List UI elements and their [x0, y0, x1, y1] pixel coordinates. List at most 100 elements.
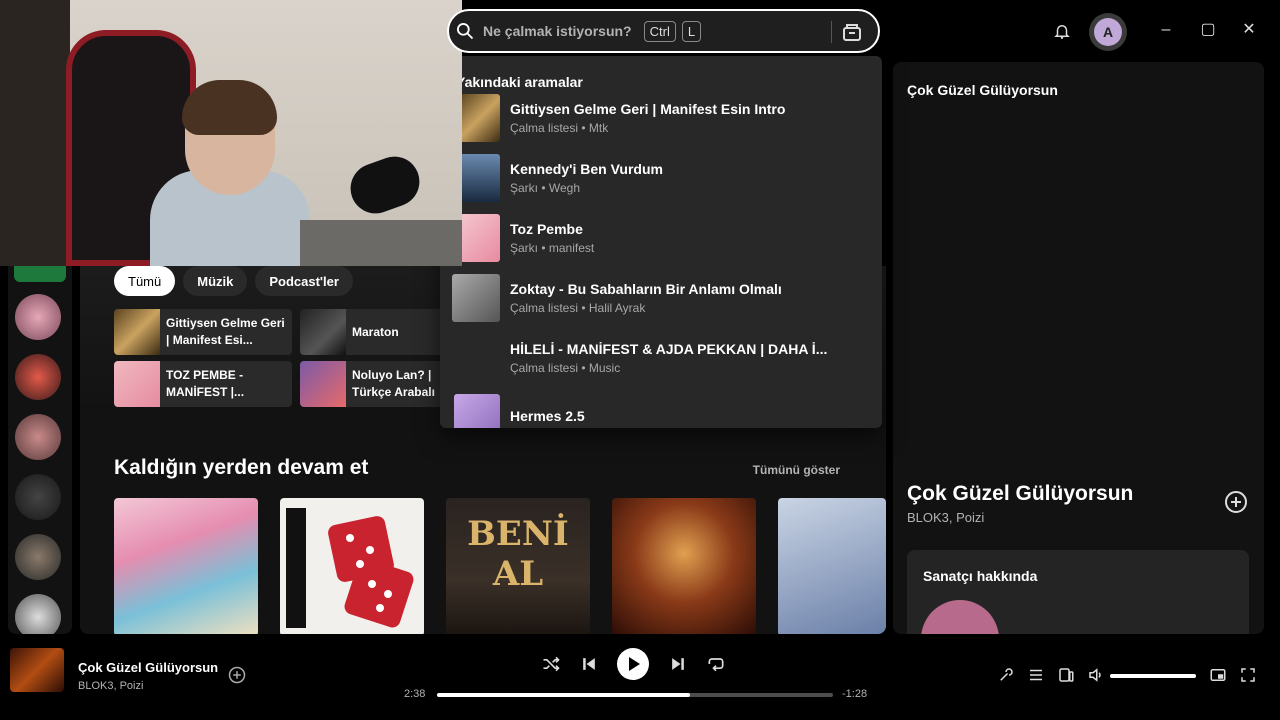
show-all-link[interactable]: Tümünü göster: [753, 463, 840, 477]
repeat-icon[interactable]: [706, 654, 726, 674]
recent-search-subtitle: Şarkı • Wegh: [510, 181, 581, 195]
play-icon: [629, 657, 640, 671]
progress-bar[interactable]: [437, 693, 833, 697]
recent-search-item[interactable]: Zoktay - Bu Sabahların Bir Anlamı Olmalı…: [452, 274, 862, 322]
previous-icon[interactable]: [579, 654, 599, 674]
recent-search-subtitle: Çalma listesi • Halil Ayrak: [510, 301, 646, 315]
webcam-overlay: [0, 0, 462, 266]
now-playing-title[interactable]: Çok Güzel Gülüyorsun: [78, 660, 218, 675]
recent-search-title: Zoktay - Bu Sabahların Bir Anlamı Olmalı: [510, 281, 782, 297]
recent-search-art: [460, 94, 500, 142]
play-button[interactable]: [617, 648, 649, 680]
now-playing-artist[interactable]: BLOK3, Poizi: [78, 680, 143, 692]
shortcut-key-l: L: [681, 20, 702, 42]
browse-icon[interactable]: [840, 20, 864, 44]
recent-search-art: [460, 334, 500, 382]
webcam-wall: [0, 0, 70, 266]
lyrics-icon[interactable]: [997, 666, 1015, 684]
recent-search-title: Gittiysen Gelme Geri | Manifest Esin Int…: [510, 101, 786, 117]
recent-searches-dropdown: Yakındaki aramalar Gittiysen Gelme Geri …: [440, 56, 882, 428]
album-card[interactable]: [114, 498, 258, 634]
quick-item-art: [300, 309, 346, 355]
library-sidebar: [8, 266, 72, 640]
library-item-3[interactable]: [15, 414, 61, 460]
quick-item[interactable]: Gittiysen Gelme Geri | Manifest Esi...: [114, 309, 292, 355]
library-item-5[interactable]: [15, 534, 61, 580]
recent-search-art: [460, 154, 500, 202]
album-card[interactable]: [612, 498, 756, 634]
about-artist-title: Sanatçı hakkında: [923, 568, 1038, 584]
search-placeholder: Ne çalmak istiyorsun?: [483, 23, 632, 39]
recent-searches-heading: Yakındaki aramalar: [456, 74, 583, 90]
webcam-person-hair: [182, 80, 277, 135]
quick-item-art: [114, 309, 160, 355]
now-playing-panel-title[interactable]: Çok Güzel Gülüyorsun: [907, 482, 1133, 506]
queue-icon[interactable]: [1027, 666, 1045, 684]
recent-search-title: Hermes 2.5: [510, 408, 585, 424]
miniplayer-icon[interactable]: [1209, 666, 1227, 684]
recent-search-title: HİLELİ - MANİFEST & AJDA PEKKAN | DAHA İ…: [510, 341, 828, 357]
filter-chip-music[interactable]: Müzik: [183, 266, 248, 296]
webcam-desk: [300, 220, 462, 266]
recent-search-item[interactable]: Toz Pembe Şarkı • manifest: [460, 214, 870, 262]
avatar-initial: A: [1094, 18, 1122, 46]
fullscreen-icon[interactable]: [1239, 666, 1257, 684]
quick-item-art: [300, 361, 346, 407]
library-green-tab[interactable]: [14, 266, 66, 282]
recent-search-subtitle: Çalma listesi • Music: [510, 361, 621, 375]
quick-item-art: [114, 361, 160, 407]
filter-chip-podcasts[interactable]: Podcast'ler: [255, 266, 353, 296]
quick-item[interactable]: TOZ PEMBE - MANİFEST |...: [114, 361, 292, 407]
recent-search-art: [454, 394, 500, 428]
volume-fill: [1110, 674, 1196, 678]
volume-slider[interactable]: [1110, 674, 1196, 678]
quick-item-title: Gittiysen Gelme Geri | Manifest Esi...: [166, 316, 285, 347]
next-icon[interactable]: [668, 654, 688, 674]
library-item-2[interactable]: [15, 354, 61, 400]
about-artist-card[interactable]: Sanatçı hakkında: [907, 550, 1249, 634]
quick-item-title: TOZ PEMBE - MANİFEST |...: [166, 368, 245, 399]
notifications-icon[interactable]: [1053, 21, 1071, 41]
album-card-text: BENİ AL: [467, 514, 569, 594]
shortcut-key-ctrl: Ctrl: [643, 20, 676, 42]
now-playing-panel-header: Çok Güzel Gülüyorsun: [907, 82, 1058, 98]
now-playing-panel: Çok Güzel Gülüyorsun Çok Güzel Gülüyorsu…: [893, 62, 1264, 634]
filter-chips: Tümü Müzik Podcast'ler: [114, 266, 353, 296]
progress-fill: [437, 693, 691, 697]
recent-search-art: [452, 274, 500, 322]
shuffle-icon[interactable]: [541, 654, 561, 674]
add-to-library-icon[interactable]: [228, 666, 246, 684]
library-item-4[interactable]: [15, 474, 61, 520]
recent-search-title: Toz Pembe: [510, 221, 583, 237]
dice-icon: [286, 508, 414, 628]
volume-icon[interactable]: [1087, 666, 1105, 684]
add-to-library-icon[interactable]: [1224, 490, 1248, 514]
user-avatar[interactable]: A: [1089, 13, 1127, 51]
now-playing-cover[interactable]: [10, 648, 64, 692]
connect-device-icon[interactable]: [1057, 666, 1075, 684]
album-card[interactable]: [280, 498, 424, 634]
close-button[interactable]: ✕: [1241, 22, 1257, 38]
filter-chip-all[interactable]: Tümü: [114, 266, 176, 296]
recent-search-item[interactable]: Gittiysen Gelme Geri | Manifest Esin Int…: [460, 94, 870, 142]
section-title: Kaldığın yerden devam et: [114, 456, 369, 479]
quick-access-grid: Gittiysen Gelme Geri | Manifest Esi... M…: [114, 309, 478, 407]
now-playing-panel-artists[interactable]: BLOK3, Poizi: [907, 510, 984, 525]
minimize-button[interactable]: –: [1158, 22, 1174, 38]
recent-cards: BENİ AL: [114, 498, 886, 634]
recent-search-item[interactable]: Kennedy'i Ben Vurdum Şarkı • Wegh: [460, 154, 870, 202]
remaining-time: -1:28: [842, 688, 868, 700]
webcam-microphone: [343, 149, 427, 221]
maximize-button[interactable]: ▢: [1200, 22, 1216, 38]
search-input[interactable]: Ne çalmak istiyorsun? Ctrl L: [447, 9, 880, 53]
album-card[interactable]: [778, 498, 886, 634]
recent-search-item[interactable]: Hermes 2.5: [454, 394, 864, 428]
recent-search-art: [460, 214, 500, 262]
search-icon: [457, 23, 474, 40]
library-item-1[interactable]: [15, 294, 61, 340]
recent-search-item[interactable]: HİLELİ - MANİFEST & AJDA PEKKAN | DAHA İ…: [460, 334, 870, 382]
elapsed-time: 2:38: [404, 688, 426, 700]
album-card[interactable]: BENİ AL: [446, 498, 590, 634]
artist-image: [921, 600, 999, 634]
recent-search-title: Kennedy'i Ben Vurdum: [510, 161, 663, 177]
